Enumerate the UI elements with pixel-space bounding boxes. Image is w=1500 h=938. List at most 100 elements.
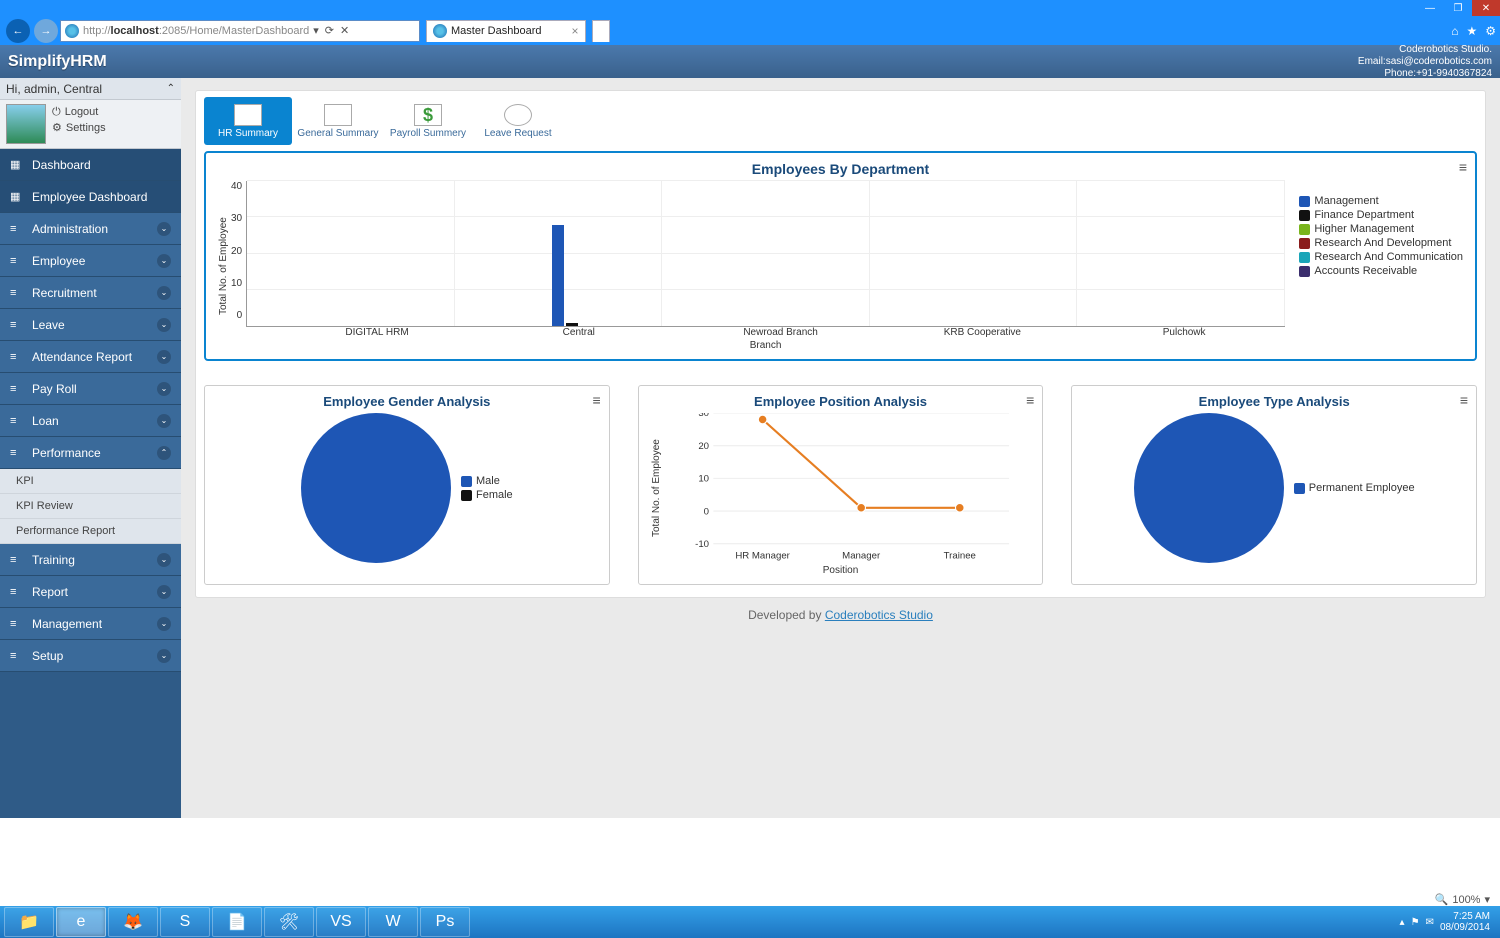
browser-tab[interactable]: Master Dashboard × [426,20,586,42]
zoom-value: 100% [1452,894,1480,906]
taskbar-app-button[interactable]: 📄 [212,907,262,937]
taskbar-clock[interactable]: 7:25 AM 08/09/2014 [1440,911,1496,933]
ie-favicon-icon [65,24,79,38]
xlabel: DIGITAL HRM [276,327,478,338]
sidebar-label: Employee [32,254,85,268]
zoom-status[interactable]: 🔍 100% ▾ [1435,893,1490,906]
data-point [758,415,767,424]
sidebar-label: Management [32,617,102,631]
taskbar-app-button[interactable]: Ps [420,907,470,937]
refresh-icon[interactable]: ⟳ [325,24,334,37]
chart-menu-icon[interactable]: ≡ [1460,392,1468,408]
tray-chevron-icon[interactable]: ▴ [1400,917,1405,928]
window-maximize-button[interactable]: ❐ [1444,0,1472,16]
settings-link[interactable]: ⚙Settings [52,120,106,136]
taskbar-app-button[interactable]: VS [316,907,366,937]
new-tab-button[interactable] [592,20,610,42]
type-panel: ≡ Employee Type Analysis Permanent Emplo… [1071,385,1477,585]
tab-label: Leave Request [484,128,551,139]
footer-link[interactable]: Coderobotics Studio [825,608,933,622]
dropdown-icon[interactable]: ▾ [313,24,319,37]
tray-network-icon[interactable]: ✉ [1426,917,1434,928]
tab-payroll-summery[interactable]: Payroll Summery [384,97,472,145]
chart-menu-icon[interactable]: ≡ [1459,159,1467,175]
sidebar-item-training[interactable]: ≡Training⌄ [0,544,181,576]
window-close-button[interactable]: ✕ [1472,0,1500,16]
tab-hr-summary[interactable]: HR Summary [204,97,292,145]
sidebar-label: Performance [32,446,101,460]
forward-button[interactable]: → [34,19,58,43]
chevron-down-icon: ⌄ [157,553,171,567]
back-button[interactable]: ← [6,19,30,43]
legend-item: Management [1299,195,1463,207]
taskbar-app-button[interactable]: 📁 [4,907,54,937]
sidebar-item-employee[interactable]: ≡Employee⌄ [0,245,181,277]
logout-link[interactable]: ⏻Logout [52,104,106,120]
app-brand: SimplifyHRM [8,53,107,71]
sidebar-label: Attendance Report [32,350,132,364]
tray-flag-icon[interactable]: ⚑ [1411,917,1420,928]
list-icon: ≡ [10,351,24,363]
ie-favicon-icon [433,24,447,38]
power-icon: ⏻ [52,104,61,120]
sidebar-label: Recruitment [32,286,97,300]
sidebar-item-loan[interactable]: ≡Loan⌄ [0,405,181,437]
sidebar-label: Administration [32,222,108,236]
sidebar-item-pay-roll[interactable]: ≡Pay Roll⌄ [0,373,181,405]
tab-close-icon[interactable]: × [572,24,579,38]
data-point [857,503,866,512]
sidebar-item-employee-dashboard[interactable]: ▦Employee Dashboard [0,181,181,213]
legend-swatch [1299,196,1310,207]
list-icon: ≡ [10,255,24,267]
sidebar-item-attendance-report[interactable]: ≡Attendance Report⌄ [0,341,181,373]
tab-leave-request[interactable]: Leave Request [474,97,562,145]
taskbar-app-button[interactable]: 🛠 [264,907,314,937]
chevron-down-icon: ⌄ [157,649,171,663]
gender-title: Employee Gender Analysis [215,394,599,409]
list-icon: ≡ [10,650,24,662]
chart-menu-icon[interactable]: ≡ [593,392,601,408]
submenu-item[interactable]: Performance Report [0,519,181,544]
dept-legend: ManagementFinance DepartmentHigher Manag… [1299,193,1463,279]
content-card: HR SummaryGeneral SummaryPayroll Summery… [195,90,1486,598]
stop-icon[interactable]: ✕ [340,24,349,37]
sidebar-label: Training [32,553,75,567]
url-controls: ▾ ⟳ ✕ [313,24,349,37]
sidebar-item-setup[interactable]: ≡Setup⌄ [0,640,181,672]
sidebar-item-management[interactable]: ≡Management⌄ [0,608,181,640]
chevron-down-icon: ⌄ [157,318,171,332]
bar [552,225,564,327]
sidebar-item-recruitment[interactable]: ≡Recruitment⌄ [0,277,181,309]
sidebar-item-leave[interactable]: ≡Leave⌄ [0,309,181,341]
footer: Developed by Coderobotics Studio [195,608,1486,622]
taskbar-app-button[interactable]: 🦊 [108,907,158,937]
legend-item: Research And Communication [1299,251,1463,263]
company-email: Email:sasi@coderobotics.com [1358,56,1492,68]
dashboard-tabs: HR SummaryGeneral SummaryPayroll Summery… [204,97,1477,145]
svg-text:-10: -10 [695,539,709,550]
sidebar-item-report[interactable]: ≡Report⌄ [0,576,181,608]
sidebar-item-dashboard[interactable]: ▦Dashboard [0,149,181,181]
zoom-dropdown-icon[interactable]: ▾ [1484,893,1490,906]
home-icon[interactable]: ⌂ [1451,24,1458,38]
taskbar-app-button[interactable]: W [368,907,418,937]
submenu-item[interactable]: KPI Review [0,494,181,519]
sidebar-item-administration[interactable]: ≡Administration⌄ [0,213,181,245]
url-prefix: http:// [83,25,111,37]
tab-general-summary[interactable]: General Summary [294,97,382,145]
address-bar[interactable]: http:// localhost :2085/Home/MasterDashb… [60,20,420,42]
dept-plot [246,181,1285,327]
favorites-icon[interactable]: ★ [1466,24,1477,38]
tab-title: Master Dashboard [451,25,542,37]
taskbar-app-button[interactable]: e [56,907,106,937]
sidebar-label: Leave [32,318,65,332]
user-greeting-row[interactable]: Hi, admin, Central ⌃ [0,78,181,100]
chart-menu-icon[interactable]: ≡ [1026,392,1034,408]
tools-icon[interactable]: ⚙ [1485,24,1496,38]
legend-swatch [1294,483,1305,494]
chevron-up-icon: ⌃ [157,446,171,460]
window-minimize-button[interactable]: — [1416,0,1444,16]
taskbar-app-button[interactable]: S [160,907,210,937]
submenu-item[interactable]: KPI [0,469,181,494]
sidebar-item-performance[interactable]: ≡Performance⌃ [0,437,181,469]
